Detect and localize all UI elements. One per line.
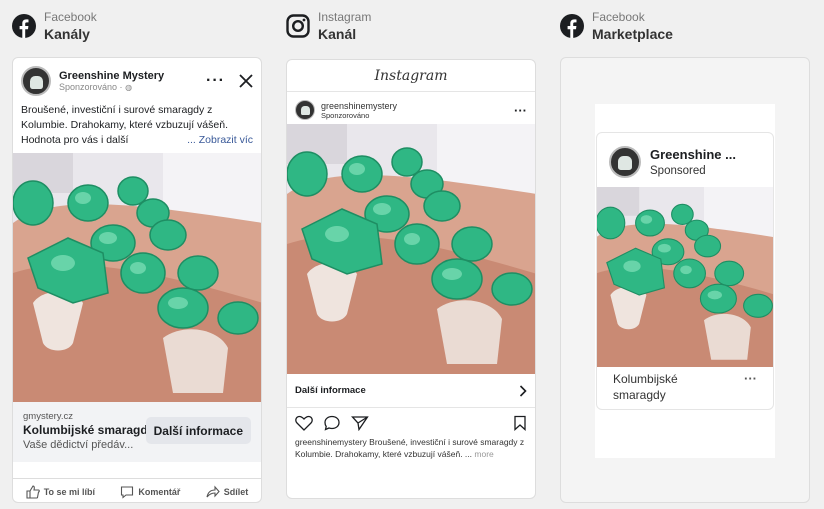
comment-icon[interactable] <box>323 415 341 431</box>
close-icon[interactable] <box>239 74 253 88</box>
sponsored-label: Sponzorováno <box>321 110 370 120</box>
placement-label: Kanály <box>44 26 90 42</box>
comment-icon <box>121 485 134 499</box>
see-more-link[interactable]: ... Zobrazit víc <box>187 133 253 148</box>
share-icon <box>206 485 220 497</box>
marketplace-listing[interactable]: Greenshine ... Sponsored Kolumbijské sma… <box>596 132 774 410</box>
ad-image[interactable] <box>597 187 774 367</box>
bookmark-icon[interactable] <box>513 415 527 431</box>
instagram-wordmark: Instagram <box>287 60 535 92</box>
marketplace-preview: Greenshine ... Sponsored Kolumbijské sma… <box>560 57 810 503</box>
share-button[interactable]: Sdílet <box>206 485 248 499</box>
action-bar: To se mi líbí Komentář Sdílet <box>13 478 261 502</box>
emerald-photo <box>287 124 536 374</box>
globe-icon: ◍ <box>125 83 133 92</box>
column-header-fb-feed: Facebook Kanály <box>12 10 97 44</box>
sponsored-label: Sponsored <box>650 165 706 177</box>
marketplace-frame: Greenshine ... Sponsored Kolumbijské sma… <box>595 104 775 458</box>
link-domain: gmystery.cz <box>23 411 73 422</box>
cta-label: Další informace <box>295 385 366 396</box>
page-name: Greenshine ... <box>650 147 736 162</box>
instagram-icon <box>286 14 310 38</box>
link-preview[interactable]: gmystery.cz Kolumbijské smaragdy Vaše dě… <box>13 402 261 462</box>
emerald-photo <box>13 153 262 403</box>
facebook-icon <box>560 14 584 38</box>
avatar <box>21 66 51 96</box>
column-header-ig-feed: Instagram Kanál <box>286 10 371 44</box>
chevron-right-icon <box>519 384 527 397</box>
like-button[interactable]: To se mi líbí <box>26 484 95 499</box>
listing-header: Greenshine ... Sponsored <box>609 145 765 179</box>
ad-image[interactable] <box>13 153 262 403</box>
platform-label: Instagram <box>318 10 372 24</box>
avatar <box>609 146 641 178</box>
more-options-icon[interactable]: ··· <box>514 103 527 118</box>
comment-button[interactable]: Komentář <box>120 485 180 499</box>
post-header: greenshinemystery Sponzorováno ··· <box>295 96 527 124</box>
fb-feed-preview: Greenshine Mystery Sponzorováno · ◍ ··· … <box>12 57 262 503</box>
placement-label: Marketplace <box>592 26 673 42</box>
caption-username[interactable]: greenshinemystery <box>295 437 367 447</box>
post-text: Broušené, investiční i surové smaragdy z… <box>21 104 253 148</box>
sponsored-label: Sponzorováno · ◍ <box>59 82 133 92</box>
facebook-icon <box>12 14 36 38</box>
link-description: Vaše dědictví předáv... <box>23 439 134 451</box>
cta-button[interactable]: Další informace <box>145 417 251 444</box>
heart-icon[interactable] <box>295 415 313 431</box>
placement-label: Kanál <box>318 26 357 42</box>
username: greenshinemystery <box>321 100 398 111</box>
send-icon[interactable] <box>351 415 369 431</box>
platform-label: Facebook <box>592 10 645 24</box>
listing-title: Kolumbijské smaragdy <box>613 372 678 402</box>
platform-label: Facebook <box>44 10 97 24</box>
more-options-icon[interactable]: ··· <box>744 371 757 386</box>
caption-more-link[interactable]: more <box>474 449 493 459</box>
column-header-marketplace: Facebook Marketplace <box>560 10 673 44</box>
ig-caption: greenshinemystery Broušené, investiční i… <box>295 436 529 460</box>
emerald-photo <box>597 187 774 367</box>
post-header: Greenshine Mystery Sponzorováno · ◍ ··· <box>21 66 253 96</box>
link-headline: Kolumbijské smaragdy <box>23 423 155 437</box>
ig-action-bar <box>295 414 527 432</box>
ad-image[interactable] <box>287 124 536 374</box>
thumbs-up-icon <box>26 484 40 499</box>
avatar <box>295 100 315 120</box>
more-options-icon[interactable]: ··· <box>206 72 225 90</box>
page-name: Greenshine Mystery <box>59 70 165 82</box>
cta-bar[interactable]: Další informace <box>287 374 535 408</box>
ig-feed-preview: Instagram greenshinemystery Sponzorováno… <box>286 59 536 499</box>
